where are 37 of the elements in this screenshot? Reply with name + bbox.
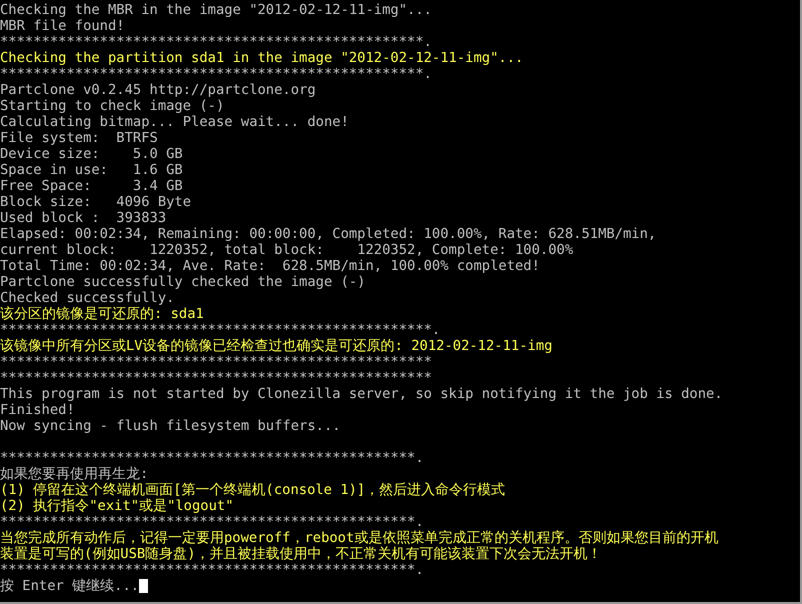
terminal-line: **************************************************.	[0, 562, 424, 578]
terminal-line: Starting to check image (-)	[0, 98, 224, 114]
terminal-line: current block: 1220352, total block: 1220352, Complete: 100.00%	[0, 242, 574, 258]
terminal-line: 如果您要再使用再生龙:	[0, 466, 148, 482]
terminal-prompt: 按 Enter 键继续...	[0, 578, 140, 594]
terminal-line: Partclone successfully checked the image (-)	[0, 274, 366, 290]
terminal-line: 该分区的镜像是可还原的: sda1	[0, 306, 204, 322]
terminal-line: ****************************************************	[0, 354, 432, 370]
terminal-line: (1) 停留在这个终端机画面[第一个终端机(console 1)]，然后进入命令行模式	[0, 482, 506, 498]
terminal-line: ***************************************************.	[0, 66, 432, 82]
terminal-line: Device size: 5.0 GB	[0, 146, 183, 162]
terminal-line: Now syncing - flush filesystem buffers...	[0, 418, 341, 434]
text-cursor	[139, 579, 148, 593]
terminal-line: Elapsed: 00:02:34, Remaining: 00:00:00, Completed: 100.00%, Rate: 628.51MB/min,	[0, 226, 656, 242]
terminal-line: **************************************************.	[0, 450, 424, 466]
terminal-line: MBR file found!	[0, 18, 125, 34]
terminal-line: Checking the partition sda1 in the image "2012-02-12-11-img"...	[0, 50, 524, 66]
terminal-line: ****************************************************	[0, 370, 432, 386]
terminal-line: Used block : 393833	[0, 210, 166, 226]
terminal-line: Space in use: 1.6 GB	[0, 162, 183, 178]
terminal-line: Checked successfully.	[0, 290, 174, 306]
terminal-line: ***************************************************.	[0, 34, 432, 50]
terminal-line: Finished!	[0, 402, 75, 418]
terminal-line: Block size: 4096 Byte	[0, 194, 192, 210]
terminal-line: Checking the MBR in the image "2012-02-12-11-img"...	[0, 2, 432, 18]
terminal-line: Partclone v0.2.45 http://partclone.org	[0, 82, 316, 98]
terminal-line: File system: BTRFS	[0, 130, 158, 146]
terminal-line: 当您完成所有动作后，记得一定要用poweroff，reboot或是依照菜单完成正常的关机程序。否则如果您目前的开机	[0, 530, 718, 546]
terminal-line: ****************************************************.	[0, 322, 440, 338]
terminal-line: (2) 执行指令"exit"或是"logout"	[0, 498, 234, 514]
terminal-line: 装置是可写的(例如USB随身盘)，并且被挂载使用中，不正常关机有可能该装置下次会无法开机！	[0, 546, 602, 562]
terminal-line: Total Time: 00:02:34, Ave. Rate: 628.5MB/min, 100.00% completed!	[0, 258, 540, 274]
terminal-line: **************************************************.	[0, 514, 424, 530]
terminal-line: Free Space: 3.4 GB	[0, 178, 183, 194]
terminal-line: 该镜像中所有分区或LV设备的镜像已经检查过也确实是可还原的: 2012-02-12-11-img	[0, 338, 552, 354]
terminal-line: Calculating bitmap... Please wait... done!	[0, 114, 349, 130]
terminal-line: This program is not started by Clonezilla server, so skip notifying it the job is done.	[0, 386, 723, 402]
